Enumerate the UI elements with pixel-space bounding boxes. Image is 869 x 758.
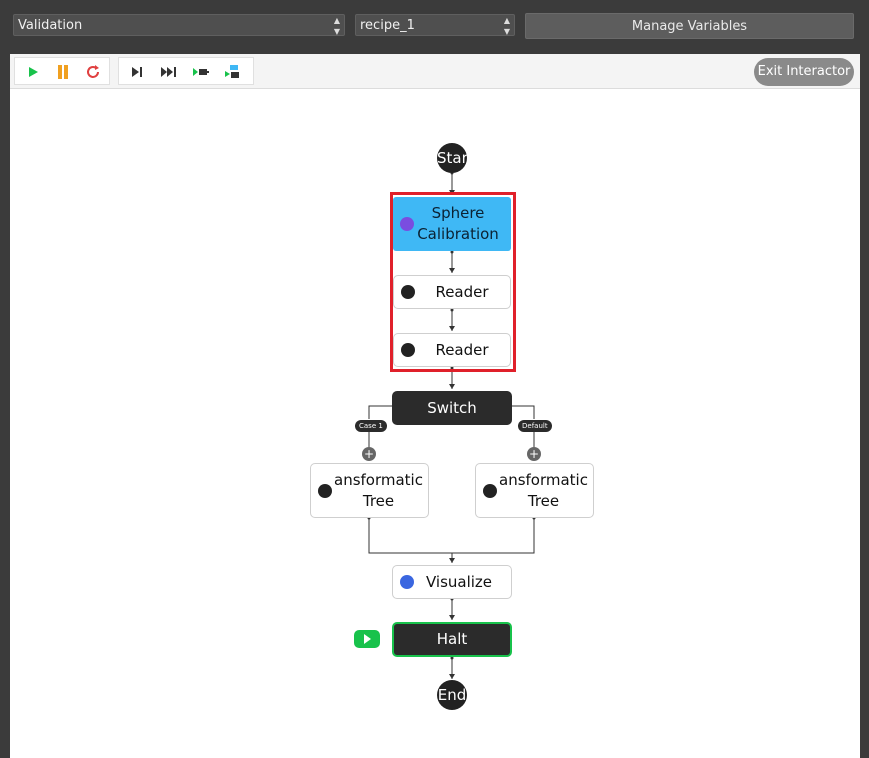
start-node[interactable]: Start xyxy=(437,143,467,173)
step-group xyxy=(118,57,254,85)
transformation-tree-label-left: ansformatic Tree xyxy=(334,470,423,510)
recipe-select-value: recipe_1 xyxy=(360,18,415,33)
case-1-badge: Case 1 xyxy=(355,420,387,432)
fast-forward-icon[interactable] xyxy=(157,60,181,84)
reset-icon[interactable] xyxy=(81,60,105,84)
interactor-panel: Exit Interactor Star Sphere Calibration … xyxy=(10,54,860,758)
halt-node[interactable]: Halt xyxy=(392,622,512,657)
default-badge: Default xyxy=(518,420,552,432)
transformation-tree-label-right: ansformatic Tree xyxy=(499,470,588,510)
exit-interactor-button[interactable]: Exit Interactor xyxy=(754,58,854,86)
step-icon[interactable] xyxy=(125,60,149,84)
transformation-tree-node-right[interactable]: ansformatic Tree xyxy=(475,463,594,518)
pipeline-select-value: Validation xyxy=(18,18,83,33)
select-arrows-icon: ▲ ▼ xyxy=(503,16,510,36)
step-node-icon[interactable] xyxy=(221,60,245,84)
run-icon[interactable] xyxy=(21,60,45,84)
add-node-icon[interactable]: + xyxy=(362,447,376,461)
select-arrows-icon: ▲ ▼ xyxy=(333,16,340,36)
pipeline-select[interactable]: Validation ▲ ▼ xyxy=(13,14,345,36)
recipe-select[interactable]: recipe_1 ▲ ▼ xyxy=(355,14,515,36)
pause-icon[interactable] xyxy=(51,60,75,84)
visualize-node-icon xyxy=(400,575,414,589)
current-node-play-icon xyxy=(354,630,380,648)
switch-label: Switch xyxy=(427,398,477,417)
selection-highlight xyxy=(390,192,516,372)
end-node[interactable]: End xyxy=(437,680,467,710)
manage-variables-button[interactable]: Manage Variables xyxy=(525,13,854,39)
flow-canvas: Start Sphere Calibration Reader Reader S… xyxy=(10,89,860,758)
toolbar: Exit Interactor xyxy=(10,54,860,89)
visualize-label: Visualize xyxy=(425,572,493,591)
step-into-icon[interactable] xyxy=(189,60,213,84)
tree-node-icon xyxy=(318,483,332,498)
tree-node-icon xyxy=(483,483,497,498)
top-bar: Validation ▲ ▼ recipe_1 ▲ ▼ Manage Variabl… xyxy=(0,0,869,52)
switch-node[interactable]: Switch xyxy=(392,391,512,425)
visualize-node[interactable]: Visualize xyxy=(392,565,512,599)
transformation-tree-node-left[interactable]: ansformatic Tree xyxy=(310,463,429,518)
add-node-icon[interactable]: + xyxy=(527,447,541,461)
halt-label: Halt xyxy=(436,630,468,648)
playback-group xyxy=(14,57,110,85)
